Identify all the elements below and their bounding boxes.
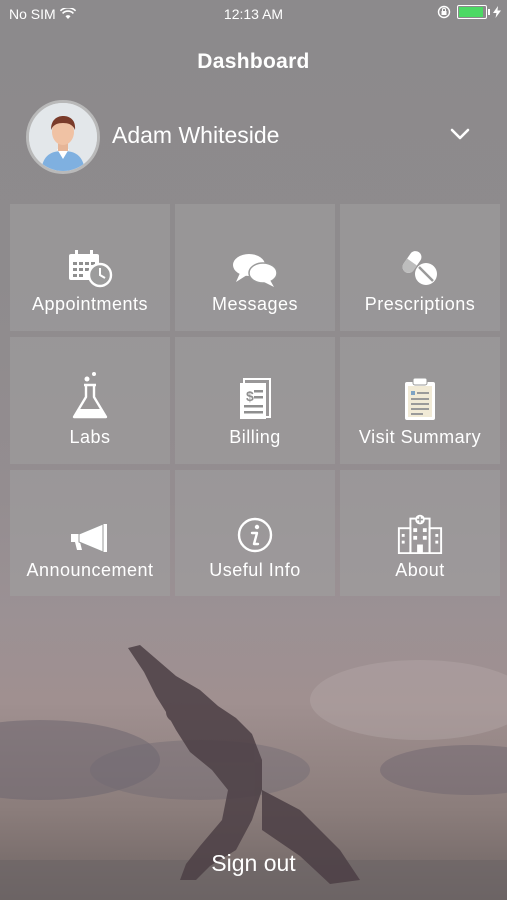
menu-tile-appointments[interactable]: Appointments (10, 204, 170, 331)
chevron-down-icon[interactable] (448, 122, 472, 146)
chat-bubbles-icon (231, 244, 279, 288)
battery-tip (488, 9, 490, 15)
menu-tile-messages[interactable]: Messages (175, 204, 335, 331)
page-title: Dashboard (197, 50, 310, 73)
menu-label-billing: Billing (229, 427, 281, 447)
clock: 12:13 AM (223, 6, 284, 22)
battery-level (459, 7, 483, 17)
menu-label-prescriptions: Prescriptions (364, 294, 476, 314)
charging-icon (493, 6, 501, 18)
menu-label-about: About (395, 560, 445, 580)
clipboard-icon (396, 377, 444, 421)
menu-label-labs: Labs (69, 427, 111, 447)
user-name: Adam Whiteside (112, 122, 280, 148)
menu-label-appointments: Appointments (31, 294, 149, 314)
menu-label-messages: Messages (211, 294, 299, 314)
menu-label-useful-info: Useful Info (209, 560, 301, 580)
rotation-lock-icon (437, 5, 451, 19)
calendar-clock-icon (66, 244, 114, 288)
hospital-icon (396, 510, 444, 554)
menu-grid: Appointments Messages Prescriptions Labs… (10, 204, 500, 596)
menu-label-announcement: Announcement (26, 560, 154, 580)
menu-tile-visit-summary[interactable]: Visit Summary (340, 337, 500, 464)
signout-button[interactable]: Sign out (0, 850, 507, 877)
menu-tile-labs[interactable]: Labs (10, 337, 170, 464)
menu-tile-useful-info[interactable]: Useful Info (175, 470, 335, 596)
menu-tile-prescriptions[interactable]: Prescriptions (340, 204, 500, 331)
bill-icon: $ (231, 377, 279, 421)
user-avatar-icon (29, 103, 97, 171)
megaphone-icon (66, 510, 114, 554)
info-icon (231, 510, 279, 554)
svg-text:$: $ (246, 388, 254, 404)
menu-tile-announcement[interactable]: Announcement (10, 470, 170, 596)
battery-icon (457, 5, 490, 19)
status-right (437, 5, 501, 19)
profile-header[interactable]: Adam Whiteside (26, 100, 486, 174)
status-bar: No SIM 12:13 AM (0, 0, 507, 28)
pills-icon (396, 244, 444, 288)
menu-label-visit-summary: Visit Summary (358, 427, 482, 447)
flask-icon (66, 372, 114, 421)
menu-tile-billing[interactable]: $ Billing (175, 337, 335, 464)
avatar[interactable] (26, 100, 100, 174)
menu-tile-about[interactable]: About (340, 470, 500, 596)
